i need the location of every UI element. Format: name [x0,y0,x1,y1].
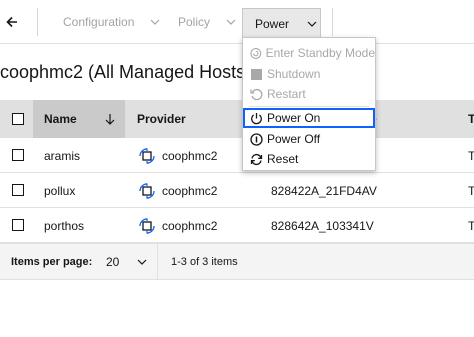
host-name[interactable]: porthos [44,208,84,243]
column-header-name-label: Name [44,112,77,126]
configuration-menu[interactable]: Configuration [63,8,160,36]
item-range-text: 1-3 of 3 items [171,256,238,268]
power-dropdown-menu: Enter Standby Mode Shutdown Restart Powe… [242,37,376,171]
select-all-checkbox[interactable] [12,113,24,125]
menu-item-label: Restart [267,87,306,101]
row-checkbox[interactable] [12,184,24,196]
menu-item-reset[interactable]: Reset [243,149,375,169]
power-menu[interactable]: Power [242,8,321,38]
table-row[interactable]: porthos coophmc2 828642A_103341V T [0,208,474,243]
toolbar-divider [332,8,333,36]
serial-number: 828642A_103341V [271,218,374,233]
shutdown-icon [251,68,262,80]
menu-item-label: Shutdown [267,67,321,81]
menu-divider [249,106,369,107]
hmc-provider-icon [139,182,155,199]
power-on-icon [251,112,262,124]
serial-number: 828422A_21FD4AV [271,183,377,198]
hmc-provider-icon [139,147,155,164]
provider-cell: coophmc2 [137,138,217,173]
table-header: Name Provider e T [0,100,474,138]
power-off-icon [250,132,263,146]
table-row[interactable]: pollux coophmc2 828422A_21FD4AV T [0,173,474,208]
truncated-cell: T [468,218,474,233]
policy-menu[interactable]: Policy [178,8,236,36]
back-button[interactable] [0,8,24,36]
power-menu-label: Power [255,16,290,31]
standby-icon [250,47,262,59]
sort-arrow-down-icon [105,114,115,125]
row-checkbox[interactable] [12,219,24,231]
provider-cell: coophmc2 [137,208,217,243]
toolbar-divider [37,8,38,36]
column-header-more[interactable]: T [468,100,474,138]
items-per-page-label: Items per page: [11,256,93,268]
row-checkbox[interactable] [12,149,24,161]
table-row[interactable]: aramis coophmc2 T [0,138,474,173]
policy-menu-label: Policy [178,15,211,29]
page-title: coophmc2 (All Managed Hosts) [0,62,252,82]
menu-item-shutdown[interactable]: Shutdown [243,64,375,84]
menu-item-power-off[interactable]: Power Off [243,129,375,149]
truncated-cell: T [468,183,474,198]
column-header-provider[interactable]: Provider [137,100,186,138]
provider-name: coophmc2 [162,218,218,233]
restart-icon [250,88,263,100]
column-header-provider-label: Provider [137,112,186,126]
top-toolbar: Configuration Policy Power [0,0,474,44]
chevron-down-icon [137,259,147,265]
items-per-page-value: 20 [106,255,120,269]
column-header-more-label: T [468,112,474,126]
column-header-name[interactable]: Name [33,100,125,138]
provider-cell: coophmc2 [137,173,217,208]
items-per-page-select[interactable]: 20 [96,244,158,280]
hmc-provider-icon [139,217,155,234]
reset-icon [250,153,263,165]
host-name[interactable]: pollux [44,173,75,208]
menu-item-restart[interactable]: Restart [243,84,375,104]
menu-item-enter-standby[interactable]: Enter Standby Mode [243,43,375,63]
menu-item-label: Enter Standby Mode [265,46,375,60]
chevron-down-icon [226,19,236,25]
menu-item-label: Power Off [267,132,321,146]
provider-name: coophmc2 [162,183,218,198]
menu-item-label: Reset [267,152,299,166]
host-name[interactable]: aramis [44,138,80,173]
configuration-menu-label: Configuration [63,15,135,29]
pagination-bar: Items per page: 20 1-3 of 3 items [0,243,474,280]
provider-name: coophmc2 [162,148,218,163]
chevron-down-icon [150,19,160,25]
arrow-left-icon [6,16,17,28]
truncated-cell: T [468,148,474,163]
menu-item-label: Power On [267,111,321,125]
chevron-down-icon [307,21,317,27]
hosts-table: Name Provider e T aramis coophmc2 T poll… [0,100,474,280]
menu-item-power-on[interactable]: Power On [243,108,375,128]
